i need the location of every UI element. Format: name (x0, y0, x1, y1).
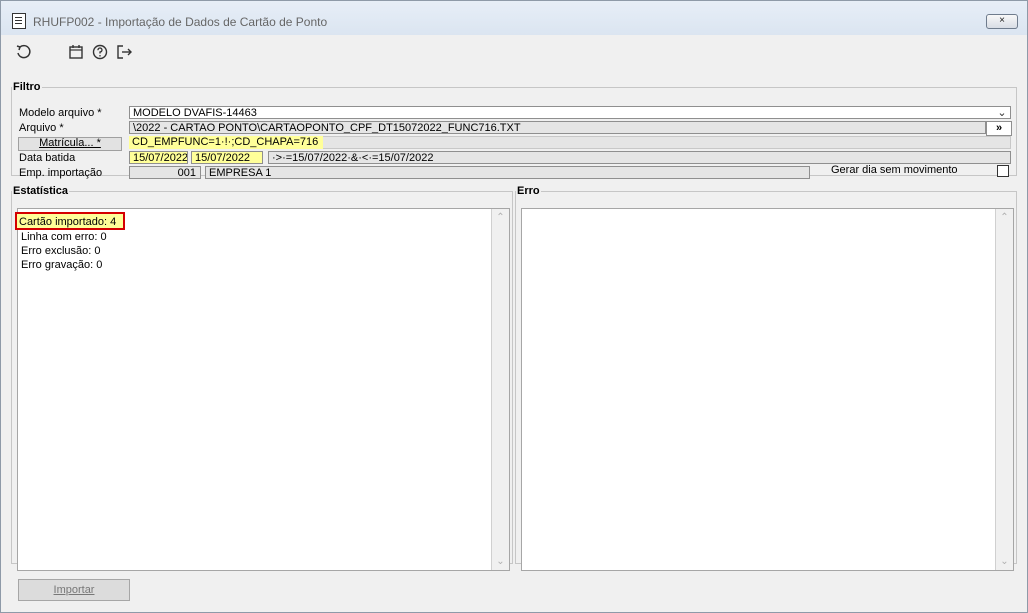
filter-legend: Filtro (13, 81, 41, 93)
main-window: RHUFP002 - Importação de Dados de Cartão… (0, 0, 1028, 613)
empresa-label: Emp. importação (19, 167, 103, 179)
scroll-up-icon[interactable]: ⌃ (492, 209, 509, 226)
matricula-button[interactable]: Matrícula... * (18, 137, 122, 151)
statistic-item: Erro gravação: 0 (21, 259, 103, 271)
calendar-icon[interactable] (67, 43, 85, 61)
empresa-code-field[interactable]: 001 (129, 166, 201, 179)
statistics-scrollbar[interactable]: ⌃ ⌄ (491, 209, 509, 570)
scroll-down-icon[interactable]: ⌄ (996, 553, 1013, 570)
close-button[interactable]: × (986, 14, 1018, 29)
date-expression-field: ·>·=15/07/2022·&·<·=15/07/2022 (268, 151, 1011, 164)
import-button[interactable]: Importar (18, 579, 130, 601)
exit-icon[interactable] (115, 43, 133, 61)
document-icon (12, 13, 26, 29)
scroll-up-icon[interactable]: ⌃ (996, 209, 1013, 226)
toolbar (1, 35, 1027, 65)
file-browse-button[interactable]: » (986, 121, 1012, 136)
matricula-value: CD_EMPFUNC=1·!·;CD_CHAPA=716 (129, 136, 323, 149)
file-label: Arquivo * (19, 122, 64, 134)
empresa-name-field: EMPRESA 1 (205, 166, 810, 179)
title-bar: RHUFP002 - Importação de Dados de Cartão… (1, 1, 1027, 35)
error-legend: Erro (517, 185, 540, 197)
help-icon[interactable] (91, 43, 109, 61)
model-label: Modelo arquivo * (19, 107, 102, 119)
gerar-dia-checkbox[interactable] (997, 165, 1009, 177)
start-date-input[interactable]: 15/07/2022 (129, 151, 188, 164)
statistics-panel: Cartão importado: 4 Linha com erro: 0 Er… (15, 208, 510, 571)
error-panel: ⌃ ⌄ (521, 208, 1014, 571)
gerar-dia-label: Gerar dia sem movimento (831, 164, 958, 176)
statistics-legend: Estatística (13, 185, 69, 197)
highlighted-statistic-box: Cartão importado: 4 (15, 212, 125, 230)
statistic-item: Cartão importado: 4 (19, 216, 117, 228)
statistics-group: Estatística Cartão importado: 4 Linha co… (11, 185, 513, 571)
chevron-down-icon[interactable]: ⌄ (996, 107, 1008, 119)
statistic-item: Linha com erro: 0 (21, 231, 107, 243)
error-scrollbar[interactable]: ⌃ ⌄ (995, 209, 1013, 570)
error-group: Erro ⌃ ⌄ (515, 185, 1017, 571)
data-label: Data batida (19, 152, 76, 164)
scroll-down-icon[interactable]: ⌄ (492, 553, 509, 570)
window-title: RHUFP002 - Importação de Dados de Cartão… (33, 15, 328, 29)
statistic-item: Erro exclusão: 0 (21, 245, 101, 257)
end-date-input[interactable]: 15/07/2022 (191, 151, 263, 164)
statistics-list: Cartão importado: 4 Linha com erro: 0 Er… (15, 212, 125, 272)
undo-icon[interactable] (15, 43, 33, 61)
filter-group: Filtro Modelo arquivo * MODELO DVAFIS-14… (11, 81, 1017, 179)
file-path-field[interactable]: \2022 - CARTAO PONTO\CARTAOPONTO_CPF_DT1… (129, 121, 986, 134)
model-select[interactable]: MODELO DVAFIS-14463 (129, 106, 1011, 119)
